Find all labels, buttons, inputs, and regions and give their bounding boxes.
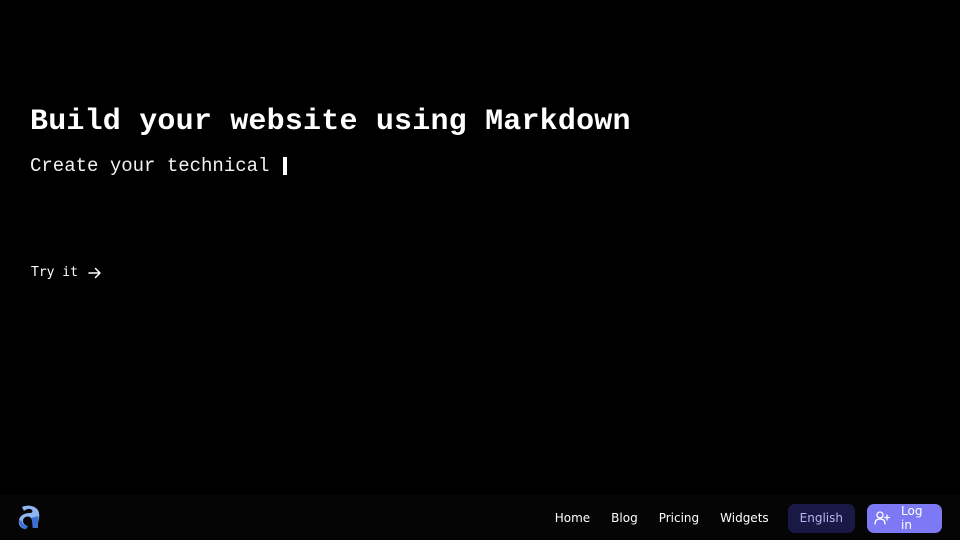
login-button[interactable]: Log in [867, 503, 942, 533]
language-button[interactable]: English [787, 503, 855, 533]
language-label: English [799, 511, 843, 525]
nav-link-blog[interactable]: Blog [611, 511, 638, 525]
login-label: Log in [901, 504, 923, 532]
typing-caret [283, 157, 288, 175]
user-plus-icon [874, 511, 890, 525]
bottom-navbar: Home Blog Pricing Widgets English Log in [0, 495, 960, 540]
hero-subtitle: Create your technical [30, 153, 930, 179]
nav-links: Home Blog Pricing Widgets English Log in [555, 503, 942, 533]
hero-title: Build your website using Markdown [30, 105, 631, 139]
nav-link-widgets[interactable]: Widgets [720, 511, 769, 525]
try-it-label: Try it [31, 265, 78, 280]
arrow-right-icon [88, 267, 102, 279]
nav-link-home[interactable]: Home [555, 511, 590, 525]
nav-link-pricing[interactable]: Pricing [659, 511, 699, 525]
hero-content: Build your website using Markdown Create… [30, 100, 930, 179]
try-it-link[interactable]: Try it [31, 265, 102, 280]
brand-logo-icon[interactable] [16, 503, 44, 531]
hero-subtitle-text: Create your technical [30, 155, 270, 177]
